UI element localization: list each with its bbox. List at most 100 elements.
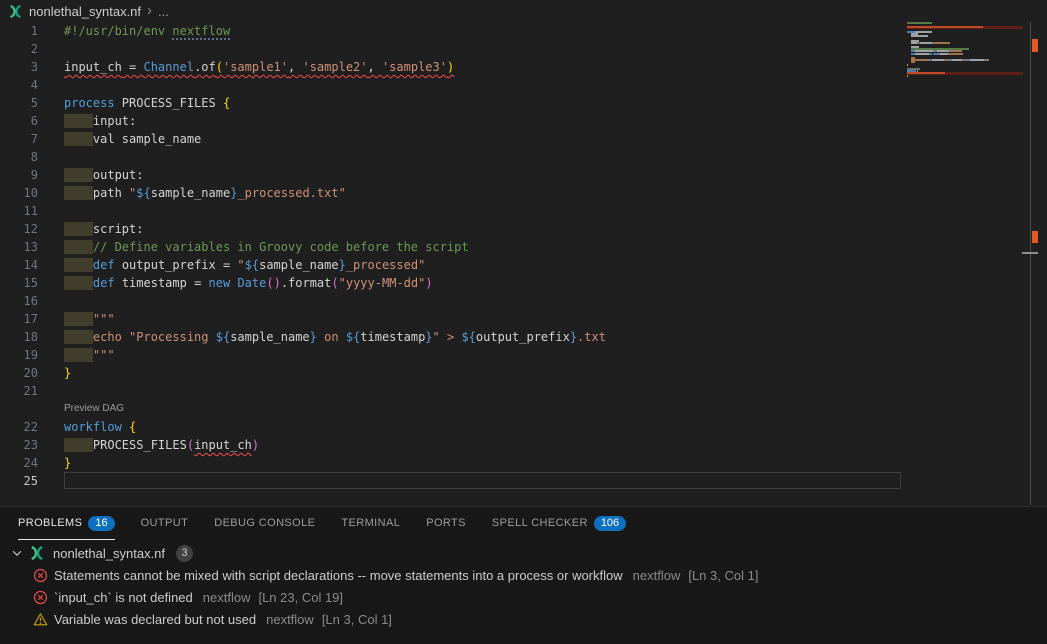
line-number: 22 xyxy=(0,418,38,436)
minimap[interactable] xyxy=(907,22,1023,79)
code-text: val sample_name xyxy=(64,130,201,148)
line-number: 15 xyxy=(0,274,38,292)
line-number: 3 xyxy=(0,58,38,76)
code-line[interactable]: 2 xyxy=(0,40,905,58)
problem-source: nextflow xyxy=(266,612,314,627)
code-line[interactable]: 3 input_ch = Channel.of('sample1', 'sampl… xyxy=(0,58,905,76)
codelens-row[interactable]: Preview DAG xyxy=(0,400,905,418)
editor-right-border xyxy=(1030,22,1031,505)
line-number: 23 xyxy=(0,436,38,454)
problems-count-badge: 3 xyxy=(176,545,193,562)
problem-location: [Ln 3, Col 1] xyxy=(322,612,392,627)
code-text: process PROCESS_FILES { xyxy=(64,94,230,112)
code-text: workflow { xyxy=(64,418,136,436)
nextflow-file-icon xyxy=(8,4,23,19)
code-text: output: xyxy=(64,166,143,184)
panel-tab-label: DEBUG CONSOLE xyxy=(214,517,315,529)
line-number: 2 xyxy=(0,40,38,58)
code-line[interactable]: 4 xyxy=(0,76,905,94)
code-line[interactable]: 15 def timestamp = new Date().format("yy… xyxy=(0,274,905,292)
breadcrumb-more[interactable]: ... xyxy=(158,4,169,19)
line-number: 10 xyxy=(0,184,38,202)
editor-pane[interactable]: nonlethal_syntax.nf › ... 1 #!/usr/bin/en… xyxy=(0,0,1047,506)
code-line[interactable]: 18 echo "Processing ${sample_name} on ${… xyxy=(0,328,905,346)
code-line[interactable]: 17 """ xyxy=(0,310,905,328)
code-text: input_ch = Channel.of('sample1', 'sample… xyxy=(64,58,454,76)
code-line[interactable]: 25 xyxy=(0,472,905,490)
problem-row[interactable]: Variable was declared but not used nextfl… xyxy=(0,608,1047,630)
breadcrumb-filename[interactable]: nonlethal_syntax.nf xyxy=(29,4,141,19)
panel-tab-spell-checker[interactable]: SPELL CHECKER106 xyxy=(492,507,626,540)
bottom-panel: PROBLEMS16 OUTPUT DEBUG CONSOLE TERMINAL POR… xyxy=(0,506,1047,644)
panel-tab-output[interactable]: OUTPUT xyxy=(141,507,189,540)
panel-tab-terminal[interactable]: TERMINAL xyxy=(341,507,400,540)
code-line[interactable]: 23 PROCESS_FILES(input_ch) xyxy=(0,436,905,454)
panel-tab-bar: PROBLEMS16 OUTPUT DEBUG CONSOLE TERMINAL POR… xyxy=(0,507,1047,540)
code-text: """ xyxy=(64,346,115,364)
line-number: 25 xyxy=(0,472,38,490)
nextflow-file-icon xyxy=(29,545,45,561)
overview-ruler-cursor-marker[interactable] xyxy=(1022,252,1038,254)
vscode-window: nonlethal_syntax.nf › ... 1 #!/usr/bin/en… xyxy=(0,0,1047,644)
line-number: 8 xyxy=(0,148,38,166)
problem-row[interactable]: Statements cannot be mixed with script d… xyxy=(0,564,1047,586)
warning-icon xyxy=(33,612,48,627)
line-number: 5 xyxy=(0,94,38,112)
line-number: 4 xyxy=(0,76,38,94)
code-line[interactable]: 6 input: xyxy=(0,112,905,130)
line-number: 1 xyxy=(0,22,38,40)
code-line[interactable]: 24} xyxy=(0,454,905,472)
problem-source: nextflow xyxy=(203,590,251,605)
code-line[interactable]: 1 #!/usr/bin/env nextflow xyxy=(0,22,905,40)
line-number: 20 xyxy=(0,364,38,382)
panel-tab-badge: 16 xyxy=(88,516,114,531)
code-line[interactable]: 5 process PROCESS_FILES { xyxy=(0,94,905,112)
line-number: 24 xyxy=(0,454,38,472)
code-text: input: xyxy=(64,112,136,130)
code-line[interactable]: 16 xyxy=(0,292,905,310)
line-number: 7 xyxy=(0,130,38,148)
breadcrumb[interactable]: nonlethal_syntax.nf › ... xyxy=(0,0,1047,22)
code-editor[interactable]: 1 #!/usr/bin/env nextflow 23 input_ch = Cha… xyxy=(0,22,905,490)
panel-tab-ports[interactable]: PORTS xyxy=(426,507,466,540)
code-line[interactable]: 10 path "${sample_name}_processed.txt" xyxy=(0,184,905,202)
code-text: } xyxy=(64,364,71,382)
error-icon xyxy=(33,568,48,583)
line-number: 19 xyxy=(0,346,38,364)
problem-message: Variable was declared but not used xyxy=(54,612,256,627)
code-line[interactable]: 13 // Define variables in Groovy code be… xyxy=(0,238,905,256)
panel-tab-debug-console[interactable]: DEBUG CONSOLE xyxy=(214,507,315,540)
codelens-preview-dag-link[interactable]: Preview DAG xyxy=(64,400,124,418)
line-number: 18 xyxy=(0,328,38,346)
line-number: 9 xyxy=(0,166,38,184)
line-number: 17 xyxy=(0,310,38,328)
problem-message: `input_ch` is not defined xyxy=(54,590,193,605)
code-text: } xyxy=(64,454,71,472)
code-line[interactable]: 11 xyxy=(0,202,905,220)
code-line[interactable]: 9 output: xyxy=(0,166,905,184)
code-line[interactable]: 14 def output_prefix = "${sample_name}_p… xyxy=(0,256,905,274)
panel-tab-problems[interactable]: PROBLEMS16 xyxy=(18,507,115,540)
code-line[interactable]: 22 workflow { xyxy=(0,418,905,436)
code-text: PROCESS_FILES(input_ch) xyxy=(64,436,259,454)
overview-ruler-marker[interactable] xyxy=(1032,231,1038,243)
code-line[interactable]: 8 xyxy=(0,148,905,166)
code-line[interactable]: 21 xyxy=(0,382,905,400)
code-line[interactable]: 7 val sample_name xyxy=(0,130,905,148)
problems-tree: nonlethal_syntax.nf 3 Statements cannot … xyxy=(0,540,1047,630)
problem-location: [Ln 23, Col 19] xyxy=(258,590,343,605)
panel-tab-label: OUTPUT xyxy=(141,517,189,529)
code-line[interactable]: 19 """ xyxy=(0,346,905,364)
problem-row[interactable]: `input_ch` is not defined nextflow [Ln 23,… xyxy=(0,586,1047,608)
error-icon xyxy=(33,590,48,605)
code-line[interactable]: 12 script: xyxy=(0,220,905,238)
code-text: #!/usr/bin/env nextflow xyxy=(64,22,230,40)
problems-file-row[interactable]: nonlethal_syntax.nf 3 xyxy=(0,542,1047,564)
overview-ruler-marker[interactable] xyxy=(1032,39,1038,52)
chevron-down-icon[interactable] xyxy=(10,546,24,560)
line-number: 13 xyxy=(0,238,38,256)
current-line-highlight xyxy=(64,472,901,489)
code-line[interactable]: 20} xyxy=(0,364,905,382)
line-number: 21 xyxy=(0,382,38,400)
line-number: 16 xyxy=(0,292,38,310)
